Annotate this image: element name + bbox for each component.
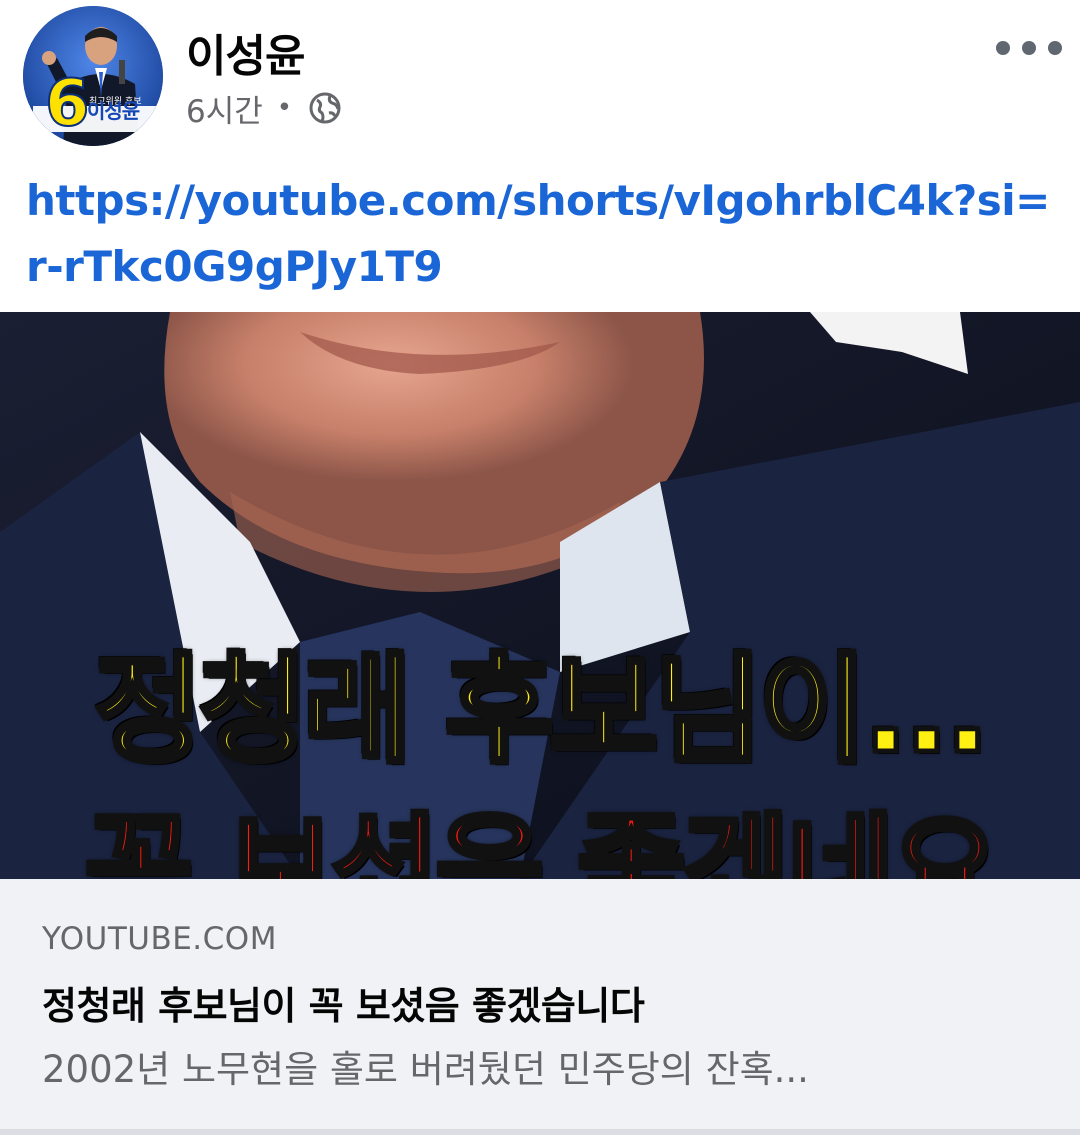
- more-options-button[interactable]: [996, 28, 1062, 68]
- more-options-icon: [1022, 41, 1036, 55]
- post-time[interactable]: 6시간: [186, 86, 263, 131]
- thumbnail-caption-line1: 정청래 후보님이...: [92, 639, 992, 782]
- avatar-name: 이성윤: [87, 99, 140, 123]
- author-name[interactable]: 이성윤: [186, 20, 305, 84]
- post-meta: 6시간 •: [186, 86, 342, 130]
- more-options-icon: [1048, 41, 1062, 55]
- card-title: 정청래 후보님이 꼭 보셨음 좋겠습니다: [42, 984, 645, 1028]
- globe-icon[interactable]: [308, 91, 342, 125]
- video-thumbnail[interactable]: 정청래 후보님이... 꼭 보셨음 좋겠네요: [0, 312, 1080, 879]
- thumbnail-caption-line2: 꼭 보셨음 좋겠네요: [82, 799, 1002, 880]
- meta-separator: •: [276, 93, 293, 123]
- card-description: 2002년 노무현을 홀로 버려뒀던 민주당의 잔혹...: [42, 1048, 809, 1091]
- post-header: 최고위원 후보 6 이성윤 이성윤 6시간 •: [0, 0, 1080, 160]
- avatar-number: 6: [44, 67, 91, 141]
- avatar[interactable]: 최고위원 후보 6 이성윤: [23, 6, 163, 146]
- card-domain: YOUTUBE.COM: [42, 921, 277, 957]
- more-options-icon: [996, 41, 1010, 55]
- link-preview-card[interactable]: 정청래 후보님이... 꼭 보셨음 좋겠네요 YOUTUBE.COM 정청래 후…: [0, 312, 1080, 1135]
- post-link[interactable]: https://youtube.com/shorts/vIgohrblC4k?s…: [26, 168, 1056, 300]
- link-card-info[interactable]: YOUTUBE.COM 정청래 후보님이 꼭 보셨음 좋겠습니다 2002년 노…: [0, 879, 1080, 1135]
- avatar-image: 최고위원 후보: [23, 6, 163, 146]
